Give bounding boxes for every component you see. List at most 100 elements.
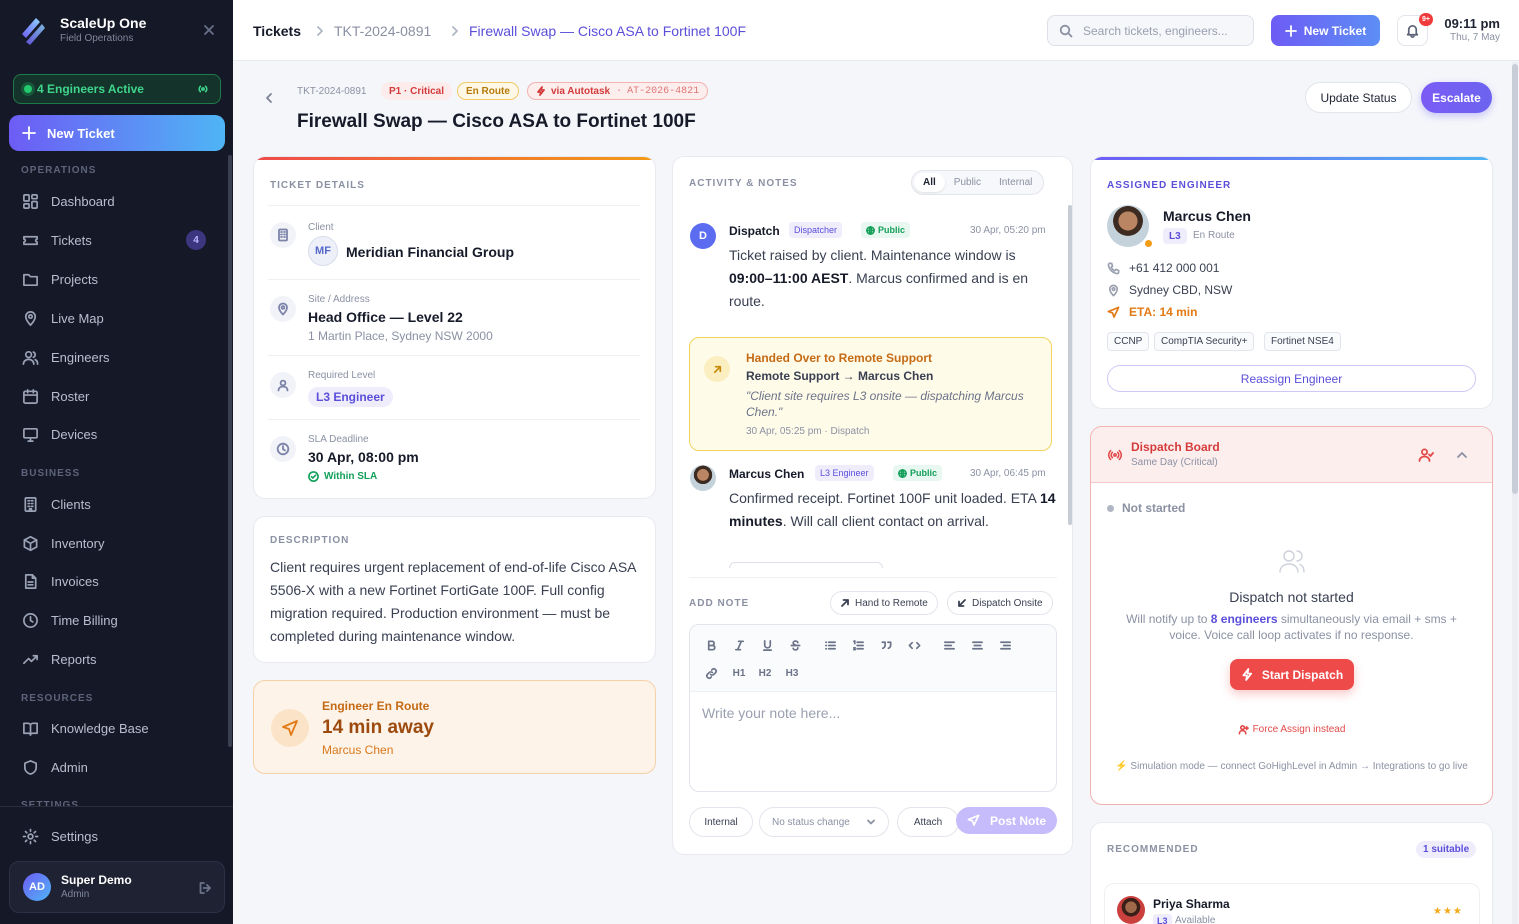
sidebar-item-label: Time Billing <box>51 612 118 628</box>
dispatch-board-card: Dispatch Board Same Day (Critical) Not s… <box>1090 426 1493 805</box>
activity-scrollbar[interactable] <box>1068 205 1072 525</box>
start-dispatch-button[interactable]: Start Dispatch <box>1230 659 1354 690</box>
post-note-button[interactable]: Post Note <box>956 807 1057 834</box>
sidebar: ScaleUp One Field Operations 4 Engineers… <box>0 0 233 924</box>
sidebar-item-label: Clients <box>51 496 91 512</box>
chevron-up-icon[interactable] <box>1456 449 1468 461</box>
bold-icon[interactable] <box>704 638 718 652</box>
sidebar-item-dashboard[interactable]: Dashboard <box>9 185 220 217</box>
activity-filter: All Public Internal <box>911 170 1045 195</box>
sidebar-item-time-billing[interactable]: Time Billing <box>9 604 220 636</box>
globe-icon <box>898 468 907 478</box>
notifications-button[interactable]: 9+ <box>1397 13 1433 46</box>
ticket-details-card: TICKET DETAILS Client MF Meridian Financ… <box>253 156 656 499</box>
dispatch-onsite-button[interactable]: Dispatch Onsite <box>947 591 1053 615</box>
sidebar-item-inventory[interactable]: Inventory <box>9 527 220 559</box>
align-right-icon[interactable] <box>998 638 1012 652</box>
breadcrumb-tickets[interactable]: Tickets <box>253 22 301 40</box>
reassign-engineer-button[interactable]: Reassign Engineer <box>1107 365 1476 392</box>
handover-title: Handed Over to Remote Support <box>746 351 933 365</box>
underline-icon[interactable] <box>760 638 774 652</box>
engineer-phone[interactable]: +61 412 000 001 <box>1107 261 1219 275</box>
logout-icon[interactable] <box>198 881 212 895</box>
sidebar-item-devices[interactable]: Devices <box>9 418 220 450</box>
bullet-list-icon[interactable] <box>823 638 837 652</box>
recommended-engineer[interactable]: Priya Sharma L3 Available ★★★ <box>1104 883 1480 924</box>
brand[interactable]: ScaleUp One Field Operations <box>18 12 146 48</box>
section-resources: RESOURCES <box>21 693 94 704</box>
clock-date: Thu, 7 May <box>1449 32 1500 43</box>
status-select[interactable]: No status change <box>759 807 889 837</box>
italic-icon[interactable] <box>732 638 746 652</box>
building-icon <box>270 222 296 248</box>
new-ticket-button[interactable]: New Ticket <box>1271 15 1380 46</box>
sidebar-item-roster[interactable]: Roster <box>9 380 220 412</box>
search-input[interactable]: Search tickets, engineers... <box>1047 15 1254 46</box>
sidebar-item-admin[interactable]: Admin <box>9 751 220 783</box>
sidebar-item-reports[interactable]: Reports <box>9 643 220 675</box>
user-card[interactable]: AD Super Demo Admin <box>9 861 225 913</box>
sidebar-item-engineers[interactable]: Engineers <box>9 341 220 373</box>
align-center-icon[interactable] <box>970 638 984 652</box>
page-scrollbar[interactable] <box>1512 62 1518 924</box>
filter-public[interactable]: Public <box>945 173 990 192</box>
new-ticket-label: New Ticket <box>47 125 115 141</box>
plus-icon <box>1284 24 1297 37</box>
recommended-status: Available <box>1175 915 1216 924</box>
engineers-active-status[interactable]: 4 Engineers Active <box>13 74 221 104</box>
sidebar-item-tickets[interactable]: Tickets 4 <box>9 224 220 256</box>
source-badge[interactable]: via Autotask · AT-2026-4821 <box>527 82 709 100</box>
sla-status: Within SLA <box>308 471 377 482</box>
dispatch-board-header[interactable]: Dispatch Board Same Day (Critical) <box>1091 427 1492 483</box>
search-placeholder: Search tickets, engineers... <box>1083 23 1228 38</box>
dispatch-board-subtitle: Same Day (Critical) <box>1131 457 1218 468</box>
back-chevron-icon[interactable] <box>263 92 275 104</box>
sidebar-item-clients[interactable]: Clients <box>9 488 220 520</box>
strike-icon[interactable] <box>788 638 802 652</box>
avatar: AD <box>23 873 51 901</box>
sidebar-new-ticket-button[interactable]: New Ticket <box>9 115 225 151</box>
force-assign-link[interactable]: Force Assign instead <box>1091 724 1492 735</box>
filter-internal[interactable]: Internal <box>990 173 1041 192</box>
client-name[interactable]: Meridian Financial Group <box>346 244 514 260</box>
numbered-list-icon[interactable] <box>851 638 865 652</box>
sidebar-item-projects[interactable]: Projects <box>9 263 220 295</box>
sidebar-item-invoices[interactable]: Invoices <box>9 565 220 597</box>
note-textarea[interactable]: Write your note here... <box>702 705 840 721</box>
user-assign-icon[interactable] <box>1418 447 1434 463</box>
sidebar-item-label: Knowledge Base <box>51 720 149 736</box>
sidebar-scrollbar[interactable] <box>228 155 232 747</box>
close-sidebar-icon[interactable] <box>203 24 215 36</box>
monitor-icon <box>22 426 39 443</box>
heading-2-button[interactable]: H2 <box>758 666 772 680</box>
recommended-name: Priya Sharma <box>1153 897 1230 911</box>
user-icon <box>270 372 296 398</box>
attach-button[interactable]: Attach <box>897 807 959 837</box>
heading-1-button[interactable]: H1 <box>732 666 746 680</box>
handover-meta: 30 Apr, 05:25 pm · Dispatch <box>746 426 870 437</box>
sidebar-item-live-map[interactable]: Live Map <box>9 302 220 334</box>
dispatch-board-title: Dispatch Board <box>1131 440 1220 454</box>
heading-3-button[interactable]: H3 <box>785 666 799 680</box>
breadcrumb-ticket-id[interactable]: TKT-2024-0891 <box>334 22 431 40</box>
bolt-icon <box>536 86 546 96</box>
breadcrumb-current: Firewall Swap — Cisco ASA to Fortinet 10… <box>469 23 746 39</box>
cert-badge: Fortinet NSE4 <box>1264 332 1341 351</box>
brand-subtitle: Field Operations <box>60 33 134 44</box>
filter-all[interactable]: All <box>914 173 945 192</box>
assigned-engineer-label: ASSIGNED ENGINEER <box>1107 180 1232 191</box>
internal-toggle[interactable]: Internal <box>689 807 753 837</box>
link-icon[interactable] <box>704 666 718 680</box>
map-pin-icon <box>1107 284 1120 297</box>
escalate-button[interactable]: Escalate <box>1421 82 1492 113</box>
sidebar-item-settings[interactable]: Settings <box>9 820 220 852</box>
hand-to-remote-button[interactable]: Hand to Remote <box>830 591 938 615</box>
code-icon[interactable] <box>907 638 921 652</box>
align-left-icon[interactable] <box>942 638 956 652</box>
quote-icon[interactable] <box>879 638 893 652</box>
update-status-button[interactable]: Update Status <box>1305 82 1412 113</box>
site-address: 1 Martin Place, Sydney NSW 2000 <box>308 329 493 343</box>
ticket-details-label: TICKET DETAILS <box>270 180 365 191</box>
sidebar-item-knowledge-base[interactable]: Knowledge Base <box>9 712 220 744</box>
description-text: Client requires urgent replacement of en… <box>270 559 636 644</box>
